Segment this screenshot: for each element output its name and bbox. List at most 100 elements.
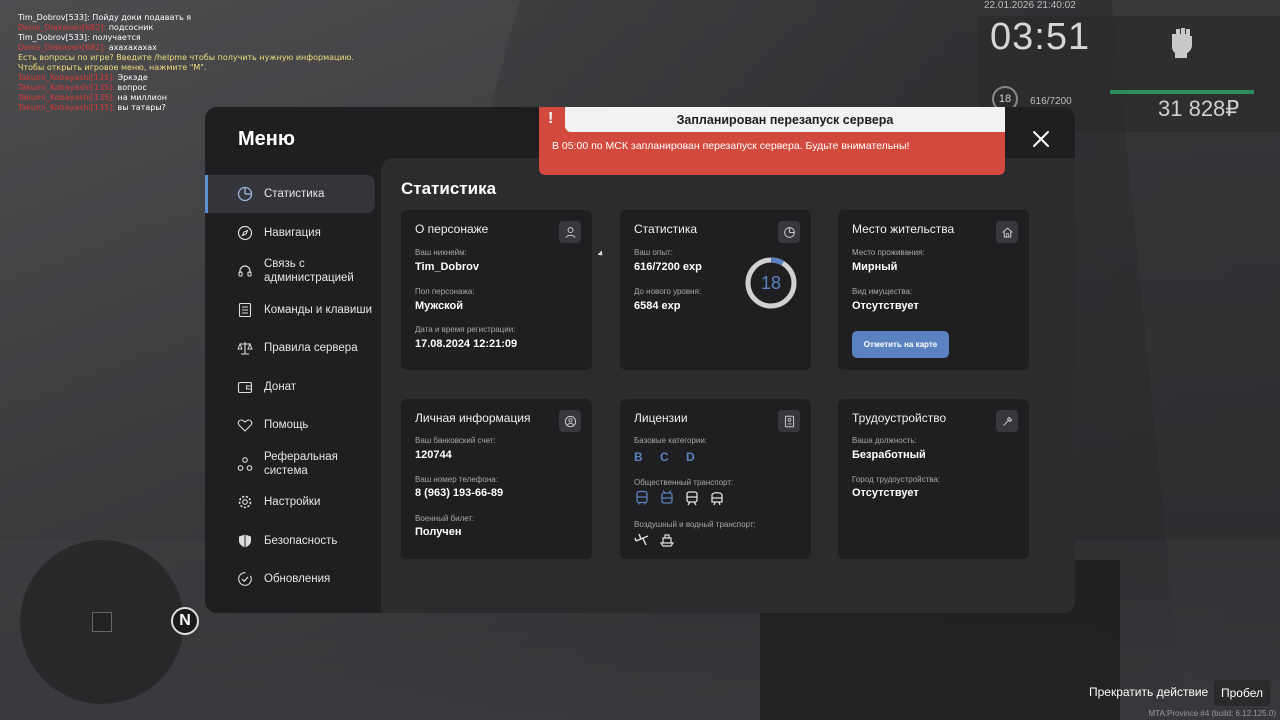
sidebar-item-admin-contact[interactable]: Связь с администрацией <box>205 252 375 290</box>
bank-account-value: 120744 <box>415 449 452 461</box>
card-title: Статистика <box>634 222 698 236</box>
cancel-action-hint: Прекратить действие <box>1089 685 1209 699</box>
tram-icon <box>686 491 698 506</box>
card-personal: Личная информация Ваш банковский счет: 1… <box>401 399 592 559</box>
card-title: Личная информация <box>415 411 531 425</box>
card-icon-box <box>778 221 800 243</box>
bus-icon <box>636 490 648 505</box>
sidebar-item-label: Помощь <box>264 419 309 431</box>
user-icon <box>565 226 575 238</box>
sidebar-item-settings[interactable]: Настройки <box>205 483 375 521</box>
sidebar-item-navigation[interactable]: Навигация <box>205 214 375 252</box>
sidebar-nav: Статистика Навигация Связь с администрац… <box>205 175 381 599</box>
hud-money-bar <box>1110 90 1254 94</box>
user-circle-icon <box>564 415 576 427</box>
nickname-value: Tim_Dobrov <box>415 261 479 273</box>
public-transport-icons <box>634 490 725 506</box>
chat-line: Takumi_Kobayashi[135]: на миллион <box>18 93 167 102</box>
card-title: О персонаже <box>415 222 489 236</box>
chat-log: Tim_Dobrov[533]: Пойду доки подавать я D… <box>18 13 354 113</box>
mark-on-map-button[interactable]: Отметить на карте <box>852 331 949 358</box>
field-label: Вид имущества: <box>852 287 913 296</box>
sidebar-item-label: Настройки <box>264 496 321 508</box>
refresh-check-icon <box>238 572 252 586</box>
alert-icon: ! <box>548 110 554 127</box>
sidebar-item-label: Правила сервера <box>264 342 358 354</box>
sidebar-item-statistics[interactable]: Статистика <box>205 175 375 213</box>
referral-icon <box>237 456 253 471</box>
phone-value: 8 (963) 193-66-89 <box>415 487 504 499</box>
sidebar-item-updates[interactable]: Обновления <box>205 560 375 598</box>
shield-icon <box>239 534 251 547</box>
chat-line: Denis_Diakaven[682]: подсосник <box>18 23 154 32</box>
content-panel: Статистика О персонаже Ваш никнейм: Tim_… <box>381 158 1075 613</box>
wallet-icon <box>237 381 253 393</box>
sidebar-item-security[interactable]: Безопасность <box>205 522 375 560</box>
field-label: Базовые категории: <box>634 436 708 445</box>
sidebar-item-label: Статистика <box>264 188 325 200</box>
position-value: Безработный <box>852 449 926 461</box>
fist-icon <box>1172 28 1192 58</box>
card-title: Лицензии <box>634 411 688 425</box>
sidebar-item-donate[interactable]: Донат <box>205 368 375 406</box>
card-residence: Место жительства Место проживания: Мирны… <box>838 210 1029 370</box>
field-label: Город трудоустройства: <box>852 475 941 484</box>
metro-icon <box>711 492 723 506</box>
sidebar-item-label: Реферальная система <box>264 450 338 477</box>
sidebar-item-help[interactable]: Помощь <box>205 406 375 444</box>
air-water-icons <box>634 532 675 548</box>
card-icon-box <box>996 221 1018 243</box>
notification-text: В 05:00 по МСК запланирован перезапуск с… <box>552 140 910 152</box>
space-key-hint[interactable]: Пробел <box>1214 680 1270 706</box>
pie-chart-icon <box>783 226 795 238</box>
chat-line: Чтобы открыть игровое меню, нажмите "M". <box>18 63 207 72</box>
trolleybus-icon <box>661 490 673 504</box>
build-info: MTA:Province #4 (build: 6.12.125.0) <box>1148 709 1276 718</box>
north-indicator: N <box>171 607 199 635</box>
field-label: Ваш никнейм: <box>415 248 467 257</box>
field-label: Ваш банковский счет: <box>415 436 496 445</box>
card-licenses: Лицензии Базовые категории: B C D Общест… <box>620 399 811 559</box>
residence-value: Мирный <box>852 261 898 273</box>
pie-chart-icon <box>237 186 253 202</box>
license-categories: B C D <box>634 450 702 464</box>
card-character: О персонаже Ваш никнейм: Tim_Dobrov Пол … <box>401 210 592 370</box>
page-title: Статистика <box>401 179 497 198</box>
exp-value: 616/7200 exp <box>634 261 702 273</box>
card-icon-box <box>559 410 581 432</box>
sidebar-item-referral[interactable]: Реферальная система <box>205 445 375 483</box>
sidebar-item-rules[interactable]: Правила сервера <box>205 329 375 367</box>
sidebar-item-commands[interactable]: Команды и клавиши <box>205 291 375 329</box>
gender-value: Мужской <box>415 300 464 312</box>
card-employment: Трудоустройство Ваша должность: Безработ… <box>838 399 1029 559</box>
hud-money: 31 828₽ <box>1158 96 1240 121</box>
sidebar-item-label: Связь с администрацией <box>264 258 354 284</box>
sidebar-item-label: Безопасность <box>264 534 338 547</box>
field-label: Ваша должность: <box>852 436 917 445</box>
server-restart-notification: ! Запланирован перезапуск сервера В 05:0… <box>539 107 1005 175</box>
field-label: Дата и время регистрации: <box>415 325 516 334</box>
compass-icon <box>237 225 253 240</box>
hud-clock: 03:51 <box>990 16 1091 58</box>
card-title: Трудоустройство <box>852 411 947 425</box>
hud-exp: 616/7200 <box>1030 96 1072 107</box>
airplane-icon <box>634 533 649 546</box>
hud-datetime: 22.01.2026 21:40:02 <box>984 0 1076 11</box>
handshake-icon <box>237 419 253 432</box>
boat-icon <box>659 534 675 547</box>
game-menu-window: Меню Статистика Навигация Связь с админи… <box>205 107 1075 613</box>
headset-icon <box>238 265 252 277</box>
field-label: Ваш номер телефона: <box>415 475 498 484</box>
home-icon <box>1001 226 1013 237</box>
field-label: Воздушный и водный транспорт: <box>634 520 756 529</box>
field-label: Пол персонажа: <box>415 287 475 296</box>
tools-icon <box>1002 416 1012 426</box>
chat-line: Takumi_Kobayashi[135]: Эркэде <box>18 73 148 82</box>
card-icon-box <box>996 410 1018 432</box>
military-id-value: Получен <box>415 526 462 538</box>
close-icon[interactable] <box>1029 127 1053 151</box>
field-label: До нового уровня: <box>634 287 702 296</box>
menu-title: Меню <box>238 128 295 150</box>
field-label: Место проживания: <box>852 248 925 257</box>
field-label: Общественный транспорт: <box>634 478 734 487</box>
